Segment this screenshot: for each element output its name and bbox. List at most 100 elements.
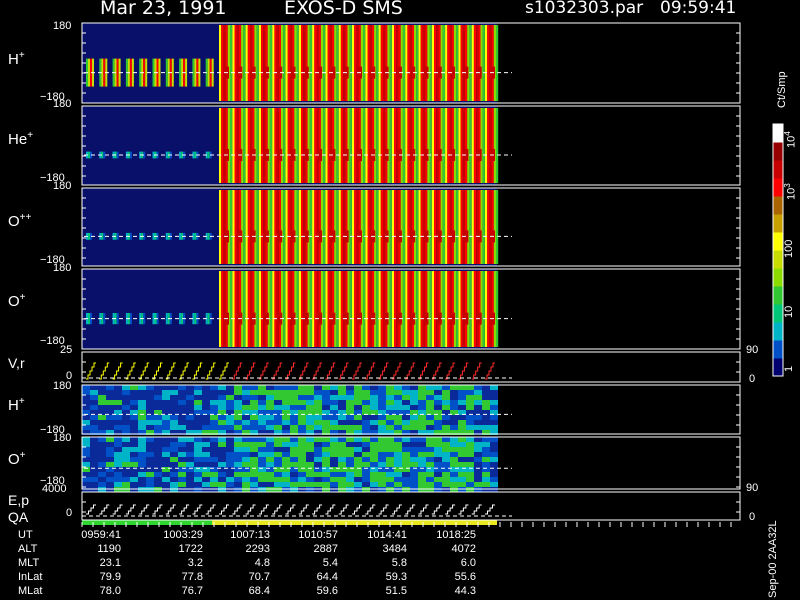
heat-cell [296,25,299,101]
heat-cell [301,108,304,183]
heat-cell [466,457,474,462]
heat-cell [476,190,479,264]
heat-cell [82,425,90,430]
heat-cell [458,390,466,395]
heat-cell [138,400,146,405]
heat-cell [258,395,266,400]
footer-value: 68.4 [248,585,270,597]
heat-cell [434,462,442,467]
heat-cell [306,482,314,487]
velocity-trace [165,362,176,380]
heat-cell [223,190,226,264]
rtick-vr-top: 90 [746,344,759,356]
heat-cell [487,25,490,101]
heat-cell [378,442,386,447]
heat-cell [234,482,242,487]
heat-cell [269,25,273,101]
heat-cell [122,395,130,400]
heat-cell [242,390,250,395]
heat-cell [362,400,370,405]
heat-cell [178,395,186,400]
heat-cell [332,25,335,101]
energy-trace [245,504,256,515]
heat-cell [420,190,423,264]
heat-cell [294,271,297,347]
heat-cell [362,477,370,482]
heat-cell [170,447,178,452]
colorbar-swatch [773,142,783,161]
heat-cell [98,452,106,457]
heat-cell [438,108,441,183]
heat-cell [490,442,498,447]
heat-cell [202,425,210,430]
colorbar-swatch [773,160,783,179]
heat-cell [449,25,452,101]
heat-cell [418,25,421,101]
heat-cell [267,25,270,101]
heat-cell [90,400,98,405]
heat-cell [451,271,454,347]
heat-cell [385,190,388,264]
energy-trace [258,504,269,515]
heat-cell [414,25,417,101]
heat-cell [434,482,442,487]
heat-cell [332,190,335,264]
heat-cell [327,108,330,183]
heat-cell [489,25,492,101]
heat-cell [402,271,406,347]
heat-cell [407,190,410,264]
heat-cell [290,462,298,467]
velocity-trace [125,362,136,380]
heat-cell [482,482,490,487]
heat-cell [490,425,498,430]
colorbar-swatch [773,214,783,233]
heat-cell [466,400,474,405]
heat-cell [82,452,90,457]
heat-cell [106,477,114,482]
heat-cell [338,462,346,467]
heat-cell [266,400,274,405]
heat-cell [346,442,354,447]
heat-cell [460,25,463,101]
heat-cell [370,482,378,487]
heat-cell [370,425,378,430]
heat-cell [306,400,314,405]
heat-cell [154,425,162,430]
heat-cell [385,25,388,101]
heat-cell [210,457,218,462]
heat-cell [218,482,226,487]
heat-cell [314,482,322,487]
colorbar-swatch [773,268,783,287]
heat-cell [378,385,386,390]
heat-cell [490,390,498,395]
heat-cell [265,108,268,183]
heat-cell [458,482,466,487]
heat-cell [370,405,378,410]
heat-cell [236,271,239,347]
heat-cell [290,395,298,400]
heat-cell [138,442,146,447]
heat-cell [329,271,332,347]
heat-cell [210,425,218,430]
heat-cell [314,442,322,447]
heat-cell [98,462,106,467]
heat-cell [218,385,226,390]
heat-cell [418,477,426,482]
heat-cell [346,425,354,430]
heat-cell [254,25,257,101]
heat-cell [250,395,258,400]
heat-cell [370,477,378,482]
heat-cell [272,108,275,183]
heat-cell [378,477,386,482]
heat-cell [490,452,498,457]
heat-cell [480,25,483,101]
heat-cell [378,437,386,442]
heat-cell [362,415,370,420]
heat-cell [146,482,154,487]
heat-cell [418,442,426,447]
heat-cell [480,190,483,264]
heat-cell [378,108,381,183]
heat-cell [306,452,314,457]
heat-cell [490,482,498,487]
heat-cell [343,25,346,101]
